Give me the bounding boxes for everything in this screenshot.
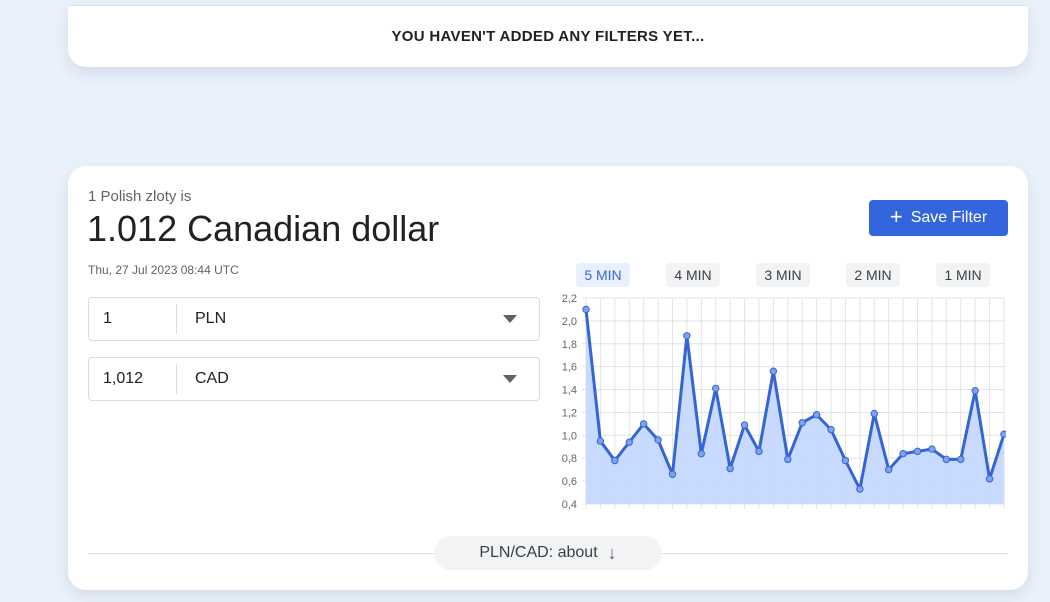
data-point [1000,430,1008,438]
data-point [971,387,979,395]
range-tab-2min[interactable]: 2 MIN [846,263,900,287]
data-point [784,455,792,464]
series-area [586,309,1004,504]
data-point [654,436,662,444]
data-point [668,470,677,478]
data-point [639,420,648,428]
data-point [755,447,763,456]
conversion-subheading: 1 Polish zloty is [88,188,192,205]
to-amount-input[interactable]: 1,012 [103,370,143,388]
save-filter-button[interactable]: + Save Filter [869,200,1008,236]
row-divider [176,364,177,394]
data-point [841,456,850,465]
y-tick-label: 1,4 [562,385,577,397]
converter-card: 1 Polish zloty is 1.012 Canadian dollar … [68,166,1028,590]
to-currency-select[interactable]: CAD [195,370,229,388]
range-tab-4min[interactable]: 4 MIN [666,263,720,287]
from-amount-input[interactable]: 1 [103,310,112,328]
data-point [884,465,893,474]
from-currency-select[interactable]: PLN [195,310,226,328]
data-point [812,411,821,419]
y-tick-label: 2,2 [562,293,577,305]
to-currency-row: 1,012 CAD [88,357,540,401]
y-tick-label: 1,6 [562,362,577,374]
arrow-down-icon: ↓ [607,542,617,563]
data-point [683,332,691,340]
chevron-down-icon[interactable] [503,375,517,383]
data-point [596,437,605,445]
about-pair-button[interactable]: PLN/CAD: about ↓ [434,536,662,570]
data-point [957,455,965,464]
y-tick-label: 1,0 [562,430,577,442]
chevron-down-icon[interactable] [503,315,517,323]
save-filter-label: Save Filter [910,209,988,226]
row-divider [176,304,177,334]
no-filters-message: YOU HAVEN'T ADDED ANY FILTERS YET... [391,28,705,45]
data-point [827,425,835,434]
from-currency-row: 1 PLN [88,297,540,341]
data-point [582,305,590,314]
data-point [726,464,734,473]
data-point [625,438,633,446]
data-point [712,384,720,393]
y-tick-label: 2,0 [562,316,577,328]
range-tab-3min[interactable]: 3 MIN [756,263,810,287]
about-pair-label: PLN/CAD: about [479,544,598,561]
rate-chart: 2,2 2,0 1,8 1,6 1,4 1,2 1,0 0,8 0,6 0,4 [546,292,1008,517]
data-point [899,449,907,458]
y-tick-label: 0,6 [562,476,577,488]
data-point [985,475,994,483]
range-tab-1min[interactable]: 1 MIN [936,263,990,287]
data-point [611,456,619,465]
y-tick-label: 0,8 [562,453,577,465]
data-point [740,421,749,429]
conversion-result: 1.012 Canadian dollar [87,208,440,249]
y-tick-label: 1,2 [562,407,577,419]
data-point [870,409,878,418]
data-point [928,445,936,453]
data-point [697,449,706,458]
data-point [942,455,951,464]
data-point [856,485,864,493]
data-point [769,367,778,375]
y-tick-label: 1,8 [562,339,577,351]
data-point [798,419,806,427]
rate-timestamp: Thu, 27 Jul 2023 08:44 UTC [88,263,239,277]
filters-panel: YOU HAVEN'T ADDED ANY FILTERS YET... [68,5,1028,67]
plus-icon: + [889,204,903,229]
rate-chart-svg: 2,2 2,0 1,8 1,6 1,4 1,2 1,0 0,8 0,6 0,4 [562,293,1008,511]
y-tick-label: 0,4 [562,499,577,511]
range-tab-5min[interactable]: 5 MIN [576,263,630,287]
data-point [913,447,922,456]
